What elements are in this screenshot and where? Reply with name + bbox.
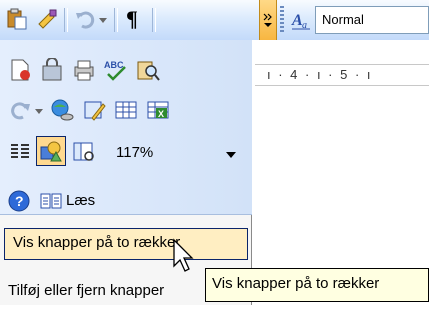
undo-dropdown-icon[interactable] xyxy=(98,8,108,30)
redo-dropdown-icon[interactable] xyxy=(34,98,44,122)
read-label[interactable]: Læs xyxy=(66,192,95,209)
format-painter-icon[interactable] xyxy=(36,8,58,30)
columns-icon[interactable] xyxy=(8,140,32,164)
svg-text:X: X xyxy=(158,109,164,119)
overflow-icons-panel: ABC X 117% ? Læs xyxy=(0,40,252,215)
undo-icon[interactable] xyxy=(74,8,96,30)
horizontal-ruler: ı · 4 · ı · 5 · ı xyxy=(255,64,429,86)
insert-excel-icon[interactable]: X xyxy=(146,98,170,122)
toolbar-grip[interactable] xyxy=(280,6,284,34)
tables-borders-icon[interactable] xyxy=(82,98,106,122)
document-map-icon[interactable] xyxy=(72,140,96,164)
spelling-icon[interactable]: ABC xyxy=(104,58,128,82)
toolbar-options-button[interactable] xyxy=(259,0,277,40)
permission-icon[interactable] xyxy=(40,58,64,82)
toolbar-separator xyxy=(152,8,156,32)
paste-icon[interactable] xyxy=(6,8,28,30)
new-document-icon[interactable] xyxy=(8,58,32,82)
read-icon[interactable] xyxy=(40,190,62,212)
toolbar-separator xyxy=(64,8,68,32)
insert-table-icon[interactable] xyxy=(114,98,138,122)
style-select[interactable]: Normal xyxy=(315,6,429,34)
mouse-cursor-icon xyxy=(173,238,194,272)
redo-icon[interactable] xyxy=(8,98,32,122)
print-icon[interactable] xyxy=(72,58,96,82)
help-icon[interactable]: ? xyxy=(8,190,30,212)
formatting-toolbar: ¶ A a Normal xyxy=(0,0,429,41)
hyperlink-icon[interactable] xyxy=(50,98,74,122)
svg-text:ABC: ABC xyxy=(104,60,124,70)
show-formatting-icon[interactable]: ¶ xyxy=(126,6,138,32)
zoom-dropdown-icon[interactable] xyxy=(226,152,236,158)
research-icon[interactable] xyxy=(136,58,160,82)
show-buttons-two-rows-item[interactable]: Vis knapper på to rækker xyxy=(4,228,248,260)
toolbar-options-icon xyxy=(263,13,272,27)
drawing-button[interactable] xyxy=(36,136,66,166)
zoom-value[interactable]: 117% xyxy=(116,144,153,161)
svg-text:?: ? xyxy=(15,193,24,209)
tooltip: Vis knapper på to rækker xyxy=(205,268,429,302)
toolbar-separator xyxy=(114,8,118,32)
drawing-icon xyxy=(40,141,62,162)
toolbar-overflow-menu: ABC X 117% ? Læs Vis knapper på to række… xyxy=(0,40,252,305)
styles-icon[interactable]: A a xyxy=(290,10,312,30)
